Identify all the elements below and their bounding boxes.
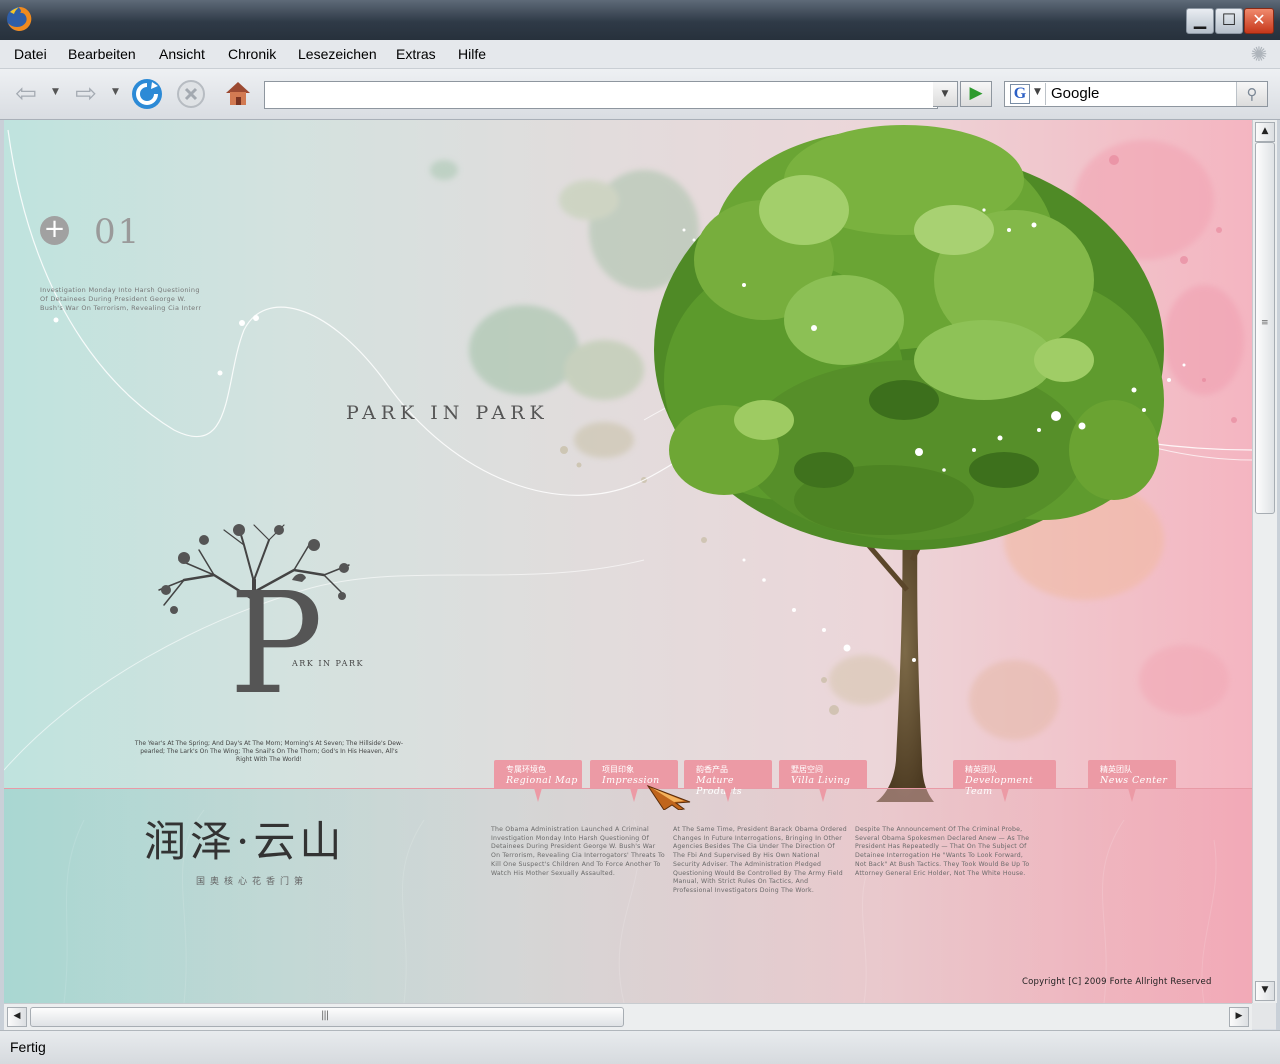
tab-pointer <box>819 788 827 802</box>
tab-label-cn: 韵香产品 <box>696 765 728 774</box>
menu-extras[interactable]: Extras <box>396 46 436 62</box>
back-history-dropdown-icon[interactable]: ▼ <box>52 87 59 97</box>
poem-text: The Year's At The Spring; And Day's At T… <box>134 740 404 763</box>
address-input[interactable] <box>264 81 938 109</box>
brand-chinese-logo: 润泽·云山 <box>144 817 346 866</box>
logo-letter-p: P <box>229 563 324 726</box>
tab-pointer <box>1001 788 1009 802</box>
grip-icon: ≡ <box>1261 318 1269 328</box>
tab-villa-living[interactable]: 墅居空间 Villa Living <box>779 760 867 802</box>
tab-label-en: Villa Living <box>791 775 851 786</box>
plus-icon[interactable]: + <box>40 216 69 245</box>
home-icon[interactable] <box>222 77 254 109</box>
search-input[interactable]: Google <box>1051 85 1099 102</box>
footer-divider <box>4 788 1252 789</box>
activity-throbber-icon: ✺ <box>1250 42 1268 66</box>
scrollbar-corner <box>1252 1003 1276 1029</box>
text-column-3: Despite The Announcement Of The Criminal… <box>855 826 1030 877</box>
firefox-icon <box>7 6 32 31</box>
status-bar: Fertig <box>0 1030 1280 1064</box>
menu-bar: Datei Bearbeiten Ansicht Chronik Lesezei… <box>0 40 1280 69</box>
tree-illustration <box>654 125 1164 802</box>
tab-development-team[interactable]: 精英团队 Development Team <box>953 760 1056 802</box>
tab-pointer <box>534 788 542 802</box>
tab-label-en: Mature Products <box>696 775 743 797</box>
maximize-button[interactable]: ☐ <box>1215 8 1243 34</box>
tab-label-cn: 精英团队 <box>1100 765 1132 774</box>
tab-label-cn: 墅居空间 <box>791 765 823 774</box>
vertical-scrollbar[interactable]: ▲ ≡ ▼ <box>1252 120 1277 1003</box>
search-icon[interactable]: ⚲ <box>1236 82 1267 106</box>
reload-icon[interactable] <box>130 77 164 111</box>
minimize-button[interactable]: ▁ <box>1186 8 1214 34</box>
tab-label-cn: 项目印象 <box>602 765 634 774</box>
tab-label-cn: 精英团队 <box>965 765 997 774</box>
tab-news-center[interactable]: 精英团队 News Center <box>1088 760 1176 802</box>
horizontal-scroll-thumb[interactable]: ||| <box>30 1007 624 1027</box>
address-dropdown-icon[interactable]: ▼ <box>933 81 958 107</box>
scroll-left-icon[interactable]: ◀ <box>7 1007 27 1027</box>
search-bar: G ▼ Google ⚲ <box>1004 81 1268 107</box>
tab-regional-map[interactable]: 专属环境色 Regional Map <box>494 760 582 802</box>
tab-label-en: News Center <box>1100 775 1168 786</box>
tab-mature-products[interactable]: 韵香产品 Mature Products <box>684 760 772 802</box>
google-icon: G <box>1010 84 1030 104</box>
tab-pointer <box>630 788 638 802</box>
stop-icon[interactable] <box>176 79 206 109</box>
headline: PARK IN PARK <box>346 402 549 424</box>
navigation-toolbar: ⇦ ▼ ⇨ ▼ ▼ ▶ G ▼ Google ⚲ <box>0 69 1280 120</box>
tab-label-cn: 专属环境色 <box>506 765 546 774</box>
menu-ansicht[interactable]: Ansicht <box>159 46 205 62</box>
mouse-cursor-icon <box>646 784 691 810</box>
menu-datei[interactable]: Datei <box>14 46 47 62</box>
grip-icon: ||| <box>321 1010 329 1021</box>
page-viewport: + 01 Investigation Monday Into Harsh Que… <box>4 120 1252 1003</box>
tab-label-en: Development Team <box>965 775 1034 797</box>
menu-bearbeiten[interactable]: Bearbeiten <box>68 46 136 62</box>
scroll-up-icon[interactable]: ▲ <box>1255 122 1275 142</box>
logo-wordmark: ARK IN PARK <box>292 659 364 668</box>
text-column-1: The Obama Administration Launched A Crim… <box>491 826 665 877</box>
chevron-down-icon: ▼ <box>1034 87 1041 97</box>
menu-lesezeichen[interactable]: Lesezeichen <box>298 46 377 62</box>
search-engine-selector[interactable]: G ▼ <box>1007 83 1046 105</box>
title-bar: ▁ ☐ ✕ <box>0 0 1280 40</box>
forward-arrow-icon[interactable]: ⇨ <box>70 78 102 110</box>
scroll-right-icon[interactable]: ▶ <box>1229 1007 1249 1027</box>
scroll-down-icon[interactable]: ▼ <box>1255 981 1275 1001</box>
horizontal-scrollbar[interactable]: ◀ ||| ▶ <box>4 1003 1252 1030</box>
back-arrow-icon[interactable]: ⇦ <box>10 78 42 110</box>
status-text: Fertig <box>10 1039 46 1055</box>
close-button[interactable]: ✕ <box>1244 8 1274 34</box>
tab-label-en: Regional Map <box>506 775 578 786</box>
menu-hilfe[interactable]: Hilfe <box>458 46 486 62</box>
intro-paragraph: Investigation Monday Into Harsh Question… <box>40 286 202 312</box>
copyright: Copyright [C] 2009 Forte Allright Reserv… <box>1022 977 1212 987</box>
text-column-2: At The Same Time, President Barack Obama… <box>673 826 847 894</box>
menu-chronik[interactable]: Chronik <box>228 46 276 62</box>
go-button[interactable]: ▶ <box>960 81 992 107</box>
forward-history-dropdown-icon[interactable]: ▼ <box>112 87 119 97</box>
page-number: 01 <box>94 212 142 252</box>
vertical-scroll-thumb[interactable]: ≡ <box>1255 142 1275 514</box>
tab-pointer <box>1128 788 1136 802</box>
tab-pointer <box>724 788 732 802</box>
brand-subtitle: 国奥核心花香门第 <box>196 877 309 887</box>
